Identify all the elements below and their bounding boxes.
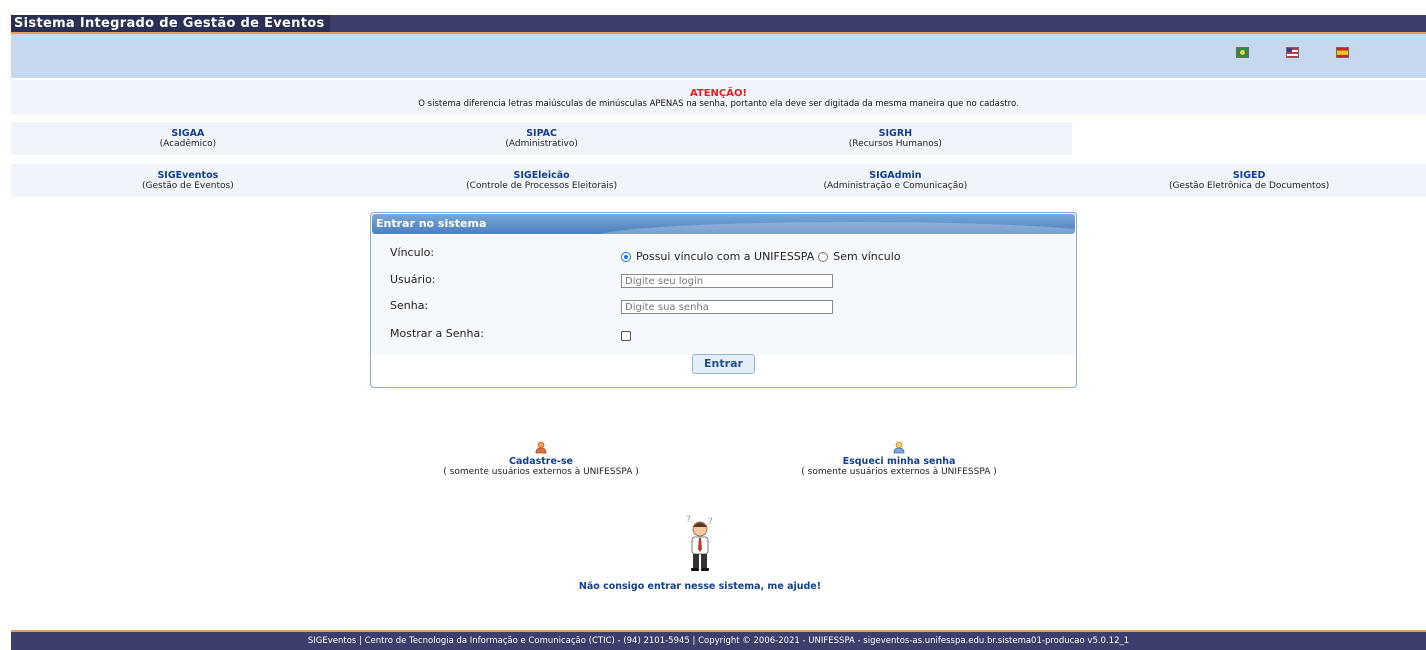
show-password-label: Mostrar a Senha: xyxy=(390,327,484,340)
footer-text: SIGEventos | Centro de Tecnologia da Inf… xyxy=(11,632,1426,650)
system-link-sigaa[interactable]: SIGAA (Acadêmico) xyxy=(11,122,365,155)
system-desc: (Administrativo) xyxy=(505,139,578,149)
radio-without-vinculo-label: Sem vínculo xyxy=(833,250,901,263)
login-panel: Entrar no sistema Vínculo: Possui víncul… xyxy=(370,212,1077,388)
system-name: SIPAC xyxy=(526,128,558,139)
title-bar: Sistema Integrado de Gestão de Eventos xyxy=(11,15,1426,32)
register-title: Cadastre-se xyxy=(509,456,573,467)
forgot-password-subtitle: ( somente usuários externos à UNIFESSPA … xyxy=(801,467,997,477)
system-empty-cell xyxy=(1072,122,1426,155)
system-desc: (Administração e Comunicação) xyxy=(823,181,968,191)
app: Sistema Integrado de Gestão de Eventos A… xyxy=(11,15,1426,388)
help-link[interactable]: ? ? Não consigo entrar nesse sistema, me… xyxy=(550,512,850,592)
user-key-icon xyxy=(893,441,905,454)
language-bar xyxy=(11,34,1426,78)
attention-notice: ATENÇÃO! O sistema diferencia letras mai… xyxy=(11,80,1426,114)
system-name: SIGEleicão xyxy=(513,170,570,181)
radio-with-vinculo-label: Possui vínculo com a UNIFESSPA xyxy=(636,250,815,263)
system-desc: (Gestão Eletrônica de Documentos) xyxy=(1168,181,1330,191)
login-input[interactable] xyxy=(621,274,833,288)
flag-spain-icon[interactable] xyxy=(1336,47,1349,58)
system-name: SIGAdmin xyxy=(869,170,922,181)
system-desc: (Acadêmico) xyxy=(159,139,217,149)
system-desc: (Gestão de Eventos) xyxy=(142,181,234,191)
footer: SIGEventos | Centro de Tecnologia da Inf… xyxy=(11,630,1426,650)
password-input[interactable] xyxy=(621,300,833,314)
system-name: SIGRH xyxy=(878,128,913,139)
system-name: SIGED xyxy=(1232,170,1266,181)
vinculo-options: Possui vínculo com a UNIFESSPA Sem víncu… xyxy=(621,250,905,263)
language-flags xyxy=(1236,47,1349,58)
system-name: SIGAA xyxy=(171,128,205,139)
radio-with-vinculo[interactable] xyxy=(621,251,631,262)
user-label: Usuário: xyxy=(390,273,436,286)
login-form: Vínculo: Possui vínculo com a UNIFESSPA … xyxy=(372,235,1075,355)
vinculo-label: Vínculo: xyxy=(390,246,435,259)
system-link-sigrh[interactable]: SIGRH (Recursos Humanos) xyxy=(718,122,1073,155)
submit-row: Entrar xyxy=(371,354,1076,374)
flag-brazil-icon[interactable] xyxy=(1236,47,1249,58)
password-label: Senha: xyxy=(390,299,429,312)
forgot-password-link[interactable]: Esqueci minha senha ( somente usuários e… xyxy=(749,441,1049,478)
system-link-siged[interactable]: SIGED (Gestão Eletrônica de Documentos) xyxy=(1072,164,1426,197)
app-title: Sistema Integrado de Gestão de Eventos xyxy=(11,15,331,32)
svg-text:?: ? xyxy=(686,515,691,525)
systems-row-2: SIGEventos (Gestão de Eventos) SIGEleicã… xyxy=(11,164,1426,197)
login-header: Entrar no sistema xyxy=(372,214,1075,234)
svg-text:?: ? xyxy=(708,517,713,527)
register-link[interactable]: Cadastre-se ( somente usuários externos … xyxy=(391,441,691,478)
attention-title: ATENÇÃO! xyxy=(689,88,748,99)
system-desc: (Recursos Humanos) xyxy=(848,139,942,149)
show-password-checkbox[interactable] xyxy=(621,331,631,341)
system-desc: (Controle de Processos Eleitorais) xyxy=(466,181,618,191)
system-name: SIGEventos xyxy=(157,170,219,181)
user-add-icon xyxy=(535,441,547,454)
systems-row-1: SIGAA (Acadêmico) SIPAC (Administrativo)… xyxy=(11,122,1426,155)
attention-message: O sistema diferencia letras maiúsculas d… xyxy=(418,99,1019,109)
help-text: Não consigo entrar nesse sistema, me aju… xyxy=(578,581,822,592)
system-link-sigeventos[interactable]: SIGEventos (Gestão de Eventos) xyxy=(11,164,365,197)
register-subtitle: ( somente usuários externos à UNIFESSPA … xyxy=(443,467,639,477)
system-link-sipac[interactable]: SIPAC (Administrativo) xyxy=(364,122,719,155)
login-submit-button[interactable]: Entrar xyxy=(692,354,755,374)
confused-person-icon: ? ? xyxy=(686,515,713,571)
radio-without-vinculo[interactable] xyxy=(818,251,829,262)
flag-usa-icon[interactable] xyxy=(1286,47,1299,58)
system-link-sigadmin[interactable]: SIGAdmin (Administração e Comunicação) xyxy=(718,164,1073,197)
forgot-password-title: Esqueci minha senha xyxy=(842,456,956,467)
system-link-sigeleicao[interactable]: SIGEleicão (Controle de Processos Eleito… xyxy=(364,164,719,197)
